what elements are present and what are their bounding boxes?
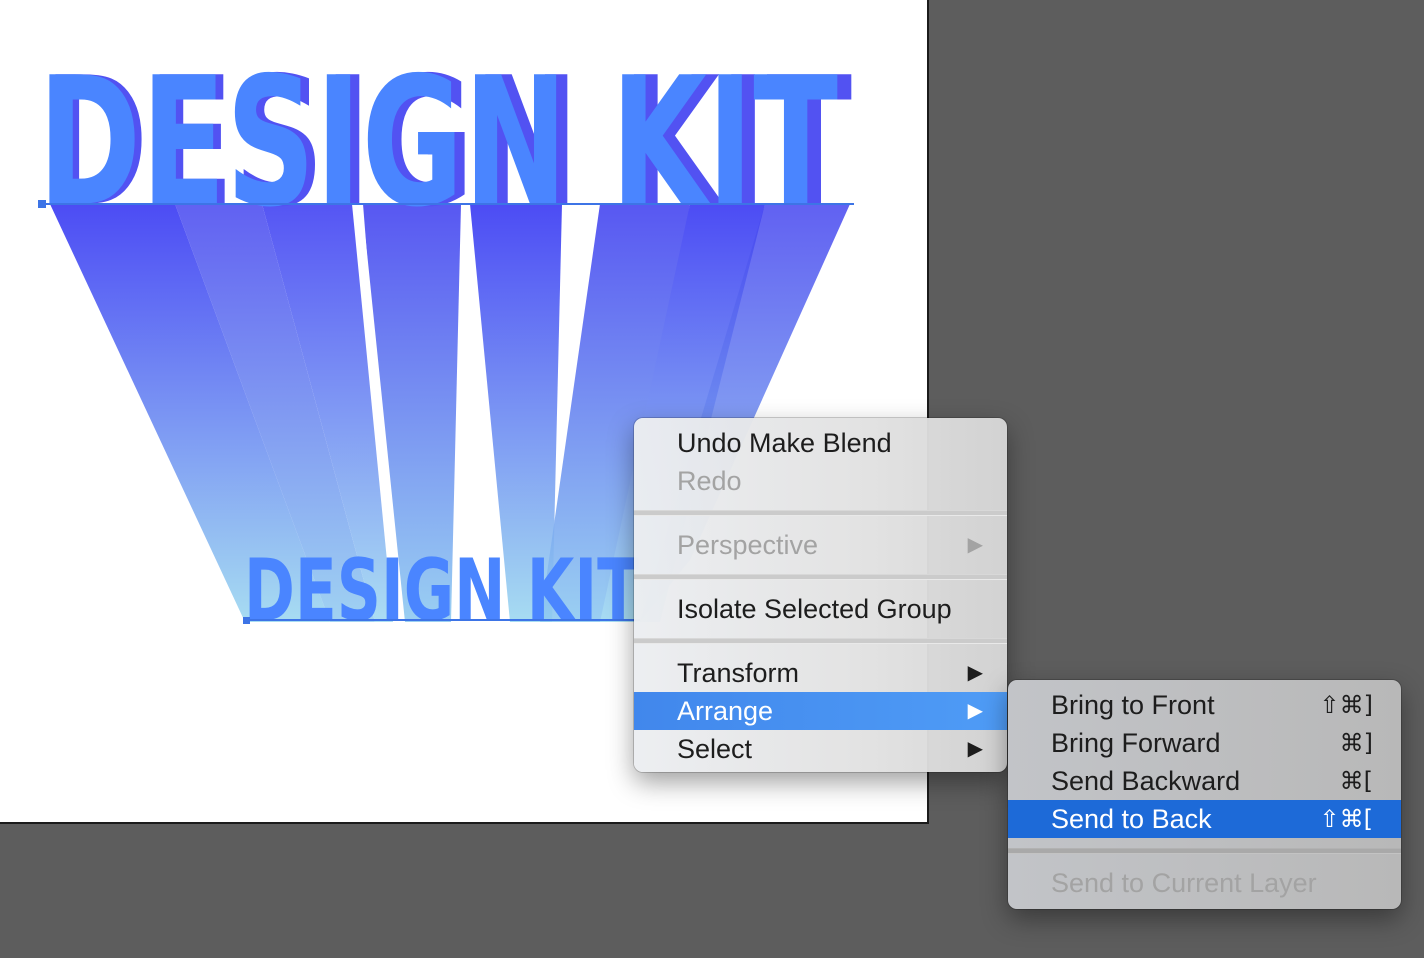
menu-item-undo-make-blend[interactable]: Undo Make Blend bbox=[634, 424, 1007, 462]
menu-item-bring-to-front[interactable]: Bring to Front ⇧⌘] bbox=[1008, 686, 1401, 724]
menu-separator bbox=[634, 638, 1007, 644]
menu-item-send-to-current-layer[interactable]: Send to Current Layer bbox=[1008, 864, 1401, 902]
menu-separator bbox=[634, 574, 1007, 580]
menu-item-perspective[interactable]: Perspective ▶ bbox=[634, 526, 1007, 564]
shortcut-text: ⇧⌘] bbox=[1319, 691, 1373, 719]
menu-separator bbox=[1008, 848, 1401, 854]
main-text-anchor bbox=[38, 200, 46, 208]
menu-item-transform[interactable]: Transform ▶ bbox=[634, 654, 1007, 692]
menu-item-send-to-back[interactable]: Send to Back ⇧⌘[ bbox=[1008, 800, 1401, 838]
submenu-arrow-icon: ▶ bbox=[967, 700, 983, 722]
menu-separator bbox=[634, 510, 1007, 516]
menu-item-select[interactable]: Select ▶ bbox=[634, 730, 1007, 768]
arrange-submenu: Bring to Front ⇧⌘] Bring Forward ⌘] Send… bbox=[1008, 680, 1401, 909]
menu-item-label: Bring to Front bbox=[1051, 690, 1215, 720]
menu-item-redo[interactable]: Redo bbox=[634, 462, 1007, 500]
menu-item-label: Send Backward bbox=[1051, 766, 1241, 796]
shortcut-text: ⇧⌘[ bbox=[1319, 805, 1373, 833]
main-text-group: DESIGN KIT DESIGN KIT bbox=[38, 39, 852, 246]
submenu-arrow-icon: ▶ bbox=[967, 662, 983, 684]
context-menu: Undo Make Blend Redo Perspective ▶ Isola… bbox=[634, 418, 1007, 772]
menu-item-isolate-selected-group[interactable]: Isolate Selected Group bbox=[634, 590, 1007, 628]
submenu-arrow-icon: ▶ bbox=[967, 534, 983, 556]
menu-item-label: Isolate Selected Group bbox=[677, 594, 952, 624]
menu-item-label: Perspective bbox=[677, 530, 819, 560]
menu-item-arrange[interactable]: Arrange ▶ bbox=[634, 692, 1007, 730]
submenu-arrow-icon: ▶ bbox=[967, 738, 983, 760]
menu-item-label: Redo bbox=[677, 466, 742, 496]
menu-item-label: Bring Forward bbox=[1051, 728, 1221, 758]
small-text-anchor bbox=[243, 617, 250, 624]
menu-item-label: Send to Current Layer bbox=[1051, 868, 1317, 898]
menu-item-bring-forward[interactable]: Bring Forward ⌘] bbox=[1008, 724, 1401, 762]
shortcut-text: ⌘[ bbox=[1339, 767, 1373, 795]
main-text: DESIGN KIT bbox=[38, 39, 838, 246]
menu-item-label: Send to Back bbox=[1051, 804, 1212, 834]
menu-item-label: Select bbox=[677, 734, 753, 764]
menu-item-send-backward[interactable]: Send Backward ⌘[ bbox=[1008, 762, 1401, 800]
small-text: DESIGN KIT bbox=[244, 541, 639, 641]
menu-item-label: Arrange bbox=[677, 696, 774, 726]
menu-item-label: Undo Make Blend bbox=[677, 428, 892, 458]
menu-item-label: Transform bbox=[677, 658, 800, 688]
shortcut-text: ⌘] bbox=[1339, 729, 1373, 757]
